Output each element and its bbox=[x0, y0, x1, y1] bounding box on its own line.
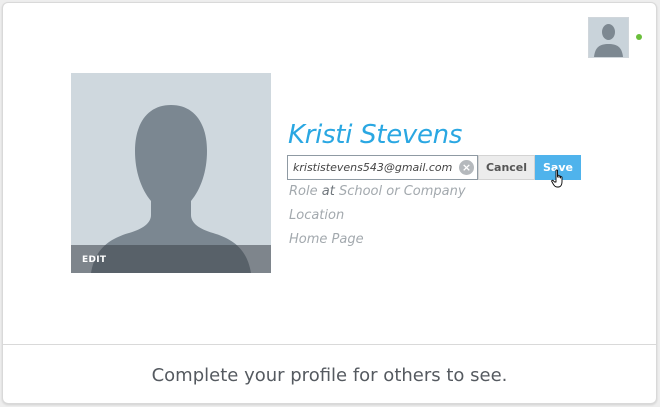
footer-message: Complete your profile for others to see. bbox=[151, 365, 508, 386]
clear-icon[interactable]: × bbox=[459, 160, 474, 175]
person-silhouette-icon bbox=[91, 105, 251, 273]
profile-card: EDIT Kristi Stevens × Cancel Save Role a… bbox=[2, 2, 657, 404]
footer-divider bbox=[3, 344, 656, 345]
edit-photo-button[interactable]: EDIT bbox=[82, 255, 106, 265]
online-status-dot bbox=[636, 34, 642, 40]
profile-photo[interactable]: EDIT bbox=[71, 73, 271, 273]
email-field-wrapper: × bbox=[287, 155, 478, 180]
role-at-text: at bbox=[321, 184, 335, 199]
role-field-row: Role at School or Company bbox=[289, 184, 466, 199]
edit-photo-overlay[interactable]: EDIT bbox=[71, 245, 271, 273]
location-link[interactable]: Location bbox=[289, 208, 344, 223]
cancel-button[interactable]: Cancel bbox=[478, 155, 535, 180]
school-or-company-link[interactable]: School or Company bbox=[339, 184, 466, 199]
email-field[interactable] bbox=[288, 156, 454, 179]
home-page-field-row: Home Page bbox=[289, 232, 364, 247]
hand-cursor-icon bbox=[551, 169, 563, 188]
location-field-row: Location bbox=[289, 208, 344, 223]
home-page-link[interactable]: Home Page bbox=[289, 232, 364, 247]
profile-name[interactable]: Kristi Stevens bbox=[288, 120, 462, 150]
role-link[interactable]: Role bbox=[289, 184, 318, 199]
user-avatar-icon[interactable] bbox=[588, 17, 629, 58]
